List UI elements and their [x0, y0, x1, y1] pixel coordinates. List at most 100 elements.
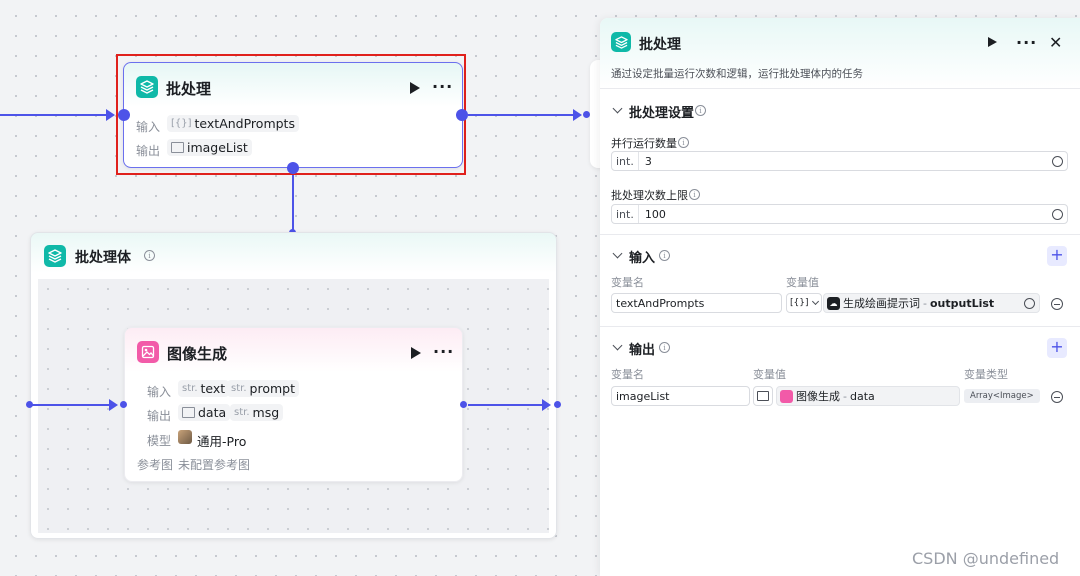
output-type-badge: Array<Image>: [964, 389, 1040, 403]
llm-node-icon: ☁: [827, 296, 840, 310]
batch-output-tag: imageList: [167, 139, 252, 156]
image-out-port[interactable]: [460, 401, 467, 408]
batch-body-title: 批处理体: [75, 250, 131, 266]
panel-title: 批处理: [639, 37, 681, 53]
parallel-value: 3: [644, 154, 652, 168]
output-section: 输出 i + 变量名 变量值 变量类型 imageList 图像生成 - dat…: [600, 326, 1080, 576]
image-type-icon: [757, 391, 769, 401]
batch-play-icon[interactable]: [410, 82, 420, 94]
batch-body-info-icon[interactable]: i: [144, 250, 155, 261]
image-model-label: 模型: [147, 434, 172, 448]
output-chevron-icon[interactable]: [612, 340, 623, 351]
next-node-port[interactable]: [583, 111, 590, 118]
output-var-ref[interactable]: 图像生成 - data: [776, 386, 960, 406]
image-model-value: 通用-Pro: [197, 434, 247, 449]
panel-close-icon[interactable]: ✕: [1049, 33, 1062, 52]
batch-more-icon[interactable]: ···: [432, 79, 453, 95]
image-gen-play-icon[interactable]: [411, 347, 421, 359]
image-input-label: 输入: [147, 385, 172, 399]
edge-arrowhead: [109, 399, 118, 411]
output-col-name: 变量名: [611, 368, 644, 381]
output-info-icon[interactable]: i: [659, 342, 670, 353]
image-input-tag-prompt: str. prompt: [227, 380, 299, 397]
edge-left-to-batch: [0, 114, 112, 116]
limit-value: 100: [644, 207, 666, 221]
parallel-type: int.: [612, 152, 639, 170]
input-var-ref[interactable]: ☁ 生成绘画提示词 - outputList: [823, 293, 1040, 313]
input-ref-icon[interactable]: [1024, 297, 1035, 309]
edge-image-to-body-end: [468, 404, 548, 406]
batch-node[interactable]: 批处理 ··· 输入 [{}] textAndPrompts 输出 imageL…: [123, 62, 463, 168]
input-col-name: 变量名: [611, 276, 644, 289]
output-col-type: 变量类型: [964, 368, 1008, 381]
limit-label: 批处理次数上限: [611, 189, 688, 202]
image-gen-more-icon[interactable]: ···: [433, 344, 454, 360]
limit-info-icon[interactable]: i: [689, 189, 700, 200]
remove-output-icon[interactable]: [1051, 391, 1063, 403]
edge-arrowhead: [542, 399, 551, 411]
batch-layers-icon: [136, 76, 158, 98]
image-icon: [182, 407, 195, 418]
panel-more-icon[interactable]: ···: [1016, 35, 1037, 51]
batch-output-value: imageList: [187, 140, 248, 155]
edge-arrowhead: [573, 109, 582, 121]
output-col-value: 变量值: [753, 368, 786, 381]
batch-output-label: 输出: [136, 144, 161, 158]
batch-output-port[interactable]: [456, 109, 468, 121]
batch-settings-panel: 批处理 ··· ✕ 通过设定批量运行次数和逻辑，运行批处理体内的任务 批处理设置…: [600, 18, 1080, 576]
limit-type: int.: [612, 205, 639, 223]
batch-node-title: 批处理: [166, 80, 212, 98]
limit-ref-icon[interactable]: [1052, 208, 1063, 220]
batch-input-value: textAndPrompts: [194, 116, 295, 131]
settings-section: 批处理设置 i 并行运行数量 i int. 3 批处理次数上限 i int. 1…: [600, 88, 1080, 235]
image-in-port[interactable]: [120, 401, 127, 408]
panel-play-icon[interactable]: [988, 37, 997, 47]
input-chevron-icon[interactable]: [612, 248, 623, 259]
batch-input-tag: [{}] textAndPrompts: [167, 115, 299, 132]
image-output-label: 输出: [147, 409, 172, 423]
add-output-button[interactable]: +: [1047, 338, 1067, 358]
settings-chevron-icon[interactable]: [612, 103, 623, 114]
add-input-button[interactable]: +: [1047, 246, 1067, 266]
parallel-label: 并行运行数量: [611, 137, 677, 150]
input-section: 输入 i + 变量名 变量值 textAndPrompts [{}] ☁ 生成绘…: [600, 234, 1080, 327]
settings-title: 批处理设置: [629, 106, 695, 121]
batch-body-layers-icon: [44, 245, 66, 267]
output-var-name[interactable]: imageList: [611, 386, 750, 406]
edge-batch-to-body: [292, 170, 294, 232]
image-gen-node[interactable]: 图像生成 ··· 输入 str. text str. prompt 输出 dat…: [124, 327, 463, 482]
edge-body-to-image: [30, 404, 112, 406]
limit-input[interactable]: int. 100: [611, 204, 1068, 224]
panel-description: 通过设定批量运行次数和逻辑，运行批处理体内的任务: [611, 68, 863, 80]
parallel-info-icon[interactable]: i: [678, 137, 689, 148]
batch-input-label: 输入: [136, 120, 161, 134]
output-title: 输出: [629, 343, 656, 358]
image-output-tag-msg: str. msg: [230, 404, 284, 421]
batch-input-port[interactable]: [118, 109, 130, 121]
image-input-tag-text: str. text: [178, 380, 230, 397]
batch-body-port[interactable]: [287, 162, 299, 174]
input-title: 输入: [629, 251, 656, 266]
edge-arrowhead: [106, 109, 115, 121]
output-type-select[interactable]: [753, 386, 773, 406]
parallel-input[interactable]: int. 3: [611, 151, 1068, 171]
image-list-icon: [171, 142, 184, 153]
image-ref-label: 参考图: [137, 458, 174, 472]
image-output-tag-data: data: [178, 404, 231, 421]
parallel-ref-icon[interactable]: [1052, 155, 1063, 167]
image-gen-ref-icon: [780, 389, 793, 403]
watermark: CSDN @undefined: [912, 549, 1060, 568]
model-avatar: [178, 430, 192, 444]
edge-batch-to-next: [468, 114, 580, 116]
remove-input-icon[interactable]: [1051, 298, 1063, 310]
panel-layers-icon: [611, 32, 631, 52]
image-ref-value: 未配置参考图: [178, 458, 251, 472]
settings-info-icon[interactable]: i: [695, 105, 706, 116]
image-gen-icon: [137, 341, 159, 363]
body-right-port[interactable]: [554, 401, 561, 408]
input-var-name[interactable]: textAndPrompts: [611, 293, 782, 313]
input-var-type-select[interactable]: [{}]: [786, 293, 822, 313]
image-gen-title: 图像生成: [167, 345, 228, 363]
input-info-icon[interactable]: i: [659, 250, 670, 261]
input-col-value: 变量值: [786, 276, 819, 289]
